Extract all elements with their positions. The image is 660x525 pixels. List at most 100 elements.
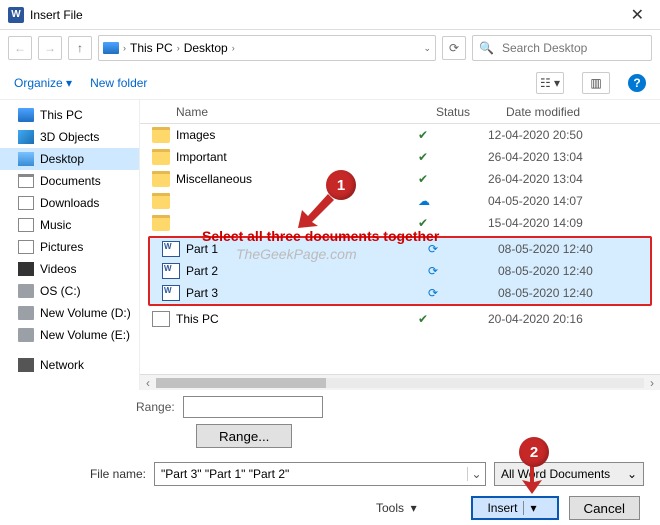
file-date: 15-04-2020 14:09 — [488, 216, 660, 230]
up-button[interactable]: ↑ — [68, 36, 92, 60]
horizontal-scrollbar[interactable]: ‹ › — [140, 374, 660, 390]
sidebar-item[interactable]: This PC — [0, 104, 139, 126]
sidebar-item-label: Pictures — [40, 240, 83, 254]
new-folder-button[interactable]: New folder — [90, 76, 147, 90]
breadcrumb[interactable]: › This PC › Desktop › ⌄ — [98, 35, 436, 61]
sidebar-item-label: Network — [40, 358, 84, 372]
status-icon: ⟳ — [428, 264, 498, 278]
sidebar-item[interactable]: Videos — [0, 258, 139, 280]
file-row[interactable]: Part 2⟳08-05-2020 12:40 — [150, 260, 650, 282]
view-options-button[interactable]: ☷ ▾ — [536, 72, 564, 94]
pc-icon — [103, 42, 119, 54]
file-row[interactable]: Important✔26-04-2020 13:04 — [140, 146, 660, 168]
folder-icon — [18, 152, 34, 166]
folder-icon — [18, 358, 34, 372]
sidebar-item-label: New Volume (E:) — [40, 328, 130, 342]
insert-split-icon[interactable]: ▾ — [523, 501, 542, 515]
sidebar-item-label: New Volume (D:) — [40, 306, 131, 320]
file-name: Part 2 — [186, 264, 428, 278]
breadcrumb-location[interactable]: Desktop — [184, 41, 228, 55]
folder-icon — [18, 196, 34, 210]
filename-combo[interactable]: ⌄ — [154, 462, 486, 486]
col-status[interactable]: Status — [436, 105, 506, 119]
folder-icon — [152, 215, 170, 231]
sidebar-item[interactable]: New Volume (D:) — [0, 302, 139, 324]
annotation-arrow-2 — [520, 466, 544, 494]
search-box[interactable]: 🔍 — [472, 35, 652, 61]
bottom-panel: Range: Range... File name: ⌄ All Word Do… — [0, 390, 660, 520]
sidebar-item-label: 3D Objects — [40, 130, 99, 144]
folder-icon — [18, 130, 34, 144]
file-type-filter[interactable]: All Word Documents ⌄ — [494, 462, 644, 486]
help-icon[interactable]: ? — [628, 74, 646, 92]
file-name: Miscellaneous — [176, 172, 418, 186]
file-name: Part 3 — [186, 286, 428, 300]
scroll-right-icon[interactable]: › — [644, 376, 660, 390]
scrollbar-thumb[interactable] — [156, 378, 326, 388]
nav-sidebar: This PC 3D Objects Desktop Documents Downloa… — [0, 100, 140, 390]
annotation-callout-2: 2 — [519, 437, 549, 467]
file-row[interactable]: ☁04-05-2020 14:07 — [140, 190, 660, 212]
folder-icon — [152, 193, 170, 209]
annotation-arrow-1 — [298, 194, 334, 228]
col-name[interactable]: Name — [176, 105, 436, 119]
file-date: 08-05-2020 12:40 — [498, 242, 650, 256]
sidebar-item-label: Downloads — [40, 196, 99, 210]
folder-icon — [18, 306, 34, 320]
organize-menu[interactable]: Organize ▾ — [14, 76, 72, 90]
sidebar-item-label: Videos — [40, 262, 76, 276]
sidebar-item[interactable]: Music — [0, 214, 139, 236]
file-name: This PC — [176, 312, 418, 326]
filename-input[interactable] — [155, 467, 467, 481]
status-icon: ✔ — [418, 150, 488, 164]
status-icon: ☁ — [418, 194, 488, 208]
range-input[interactable] — [183, 396, 323, 418]
sidebar-item[interactable]: Desktop — [0, 148, 139, 170]
sidebar-item[interactable]: Network — [0, 354, 139, 376]
folder-icon — [18, 262, 34, 276]
folder-icon — [18, 174, 34, 188]
tools-menu[interactable]: Tools ▾ — [376, 501, 417, 515]
insert-button[interactable]: Insert▾ — [471, 496, 558, 520]
sidebar-item-label: Desktop — [40, 152, 84, 166]
sidebar-item[interactable]: New Volume (E:) — [0, 324, 139, 346]
file-row[interactable]: Part 3⟳08-05-2020 12:40 — [150, 282, 650, 304]
file-date: 08-05-2020 12:40 — [498, 264, 650, 278]
file-date: 12-04-2020 20:50 — [488, 128, 660, 142]
sidebar-item[interactable]: Pictures — [0, 236, 139, 258]
folder-icon — [18, 218, 34, 232]
word-icon — [162, 285, 180, 301]
status-icon: ⟳ — [428, 242, 498, 256]
status-icon: ⟳ — [428, 286, 498, 300]
watermark: TheGeekPage.com — [236, 246, 357, 262]
file-row[interactable]: Images✔12-04-2020 20:50 — [140, 124, 660, 146]
preview-pane-button[interactable]: ▥ — [582, 72, 610, 94]
sidebar-item[interactable]: OS (C:) — [0, 280, 139, 302]
chevron-down-icon[interactable]: ⌄ — [423, 43, 431, 54]
refresh-button[interactable]: ⟳ — [442, 36, 466, 60]
search-input[interactable] — [500, 40, 659, 56]
file-date: 26-04-2020 13:04 — [488, 172, 660, 186]
file-row[interactable]: Miscellaneous✔26-04-2020 13:04 — [140, 168, 660, 190]
back-button[interactable]: ← — [8, 36, 32, 60]
toolbar: Organize ▾ New folder ☷ ▾ ▥ ? — [0, 66, 660, 100]
sidebar-item[interactable]: Downloads — [0, 192, 139, 214]
folder-icon — [18, 108, 34, 122]
close-icon[interactable]: ✕ — [623, 5, 652, 25]
scroll-left-icon[interactable]: ‹ — [140, 376, 156, 390]
chevron-down-icon[interactable]: ⌄ — [467, 467, 485, 481]
col-date[interactable]: Date modified — [506, 105, 660, 119]
sidebar-item[interactable]: 3D Objects — [0, 126, 139, 148]
breadcrumb-root[interactable]: This PC — [130, 41, 173, 55]
nav-bar: ← → ↑ › This PC › Desktop › ⌄ ⟳ 🔍 — [0, 30, 660, 66]
range-button[interactable]: Range... — [196, 424, 292, 448]
sidebar-item-label: OS (C:) — [40, 284, 81, 298]
sidebar-item[interactable]: Documents — [0, 170, 139, 192]
forward-button[interactable]: → — [38, 36, 62, 60]
chevron-right-icon: › — [123, 43, 126, 53]
folder-icon — [18, 284, 34, 298]
file-row[interactable]: This PC✔20-04-2020 20:16 — [140, 308, 660, 330]
cancel-button[interactable]: Cancel — [569, 496, 641, 520]
selected-files-group: Part 1⟳08-05-2020 12:40Part 2⟳08-05-2020… — [148, 236, 652, 306]
column-headers: Name Status Date modified — [140, 100, 660, 124]
